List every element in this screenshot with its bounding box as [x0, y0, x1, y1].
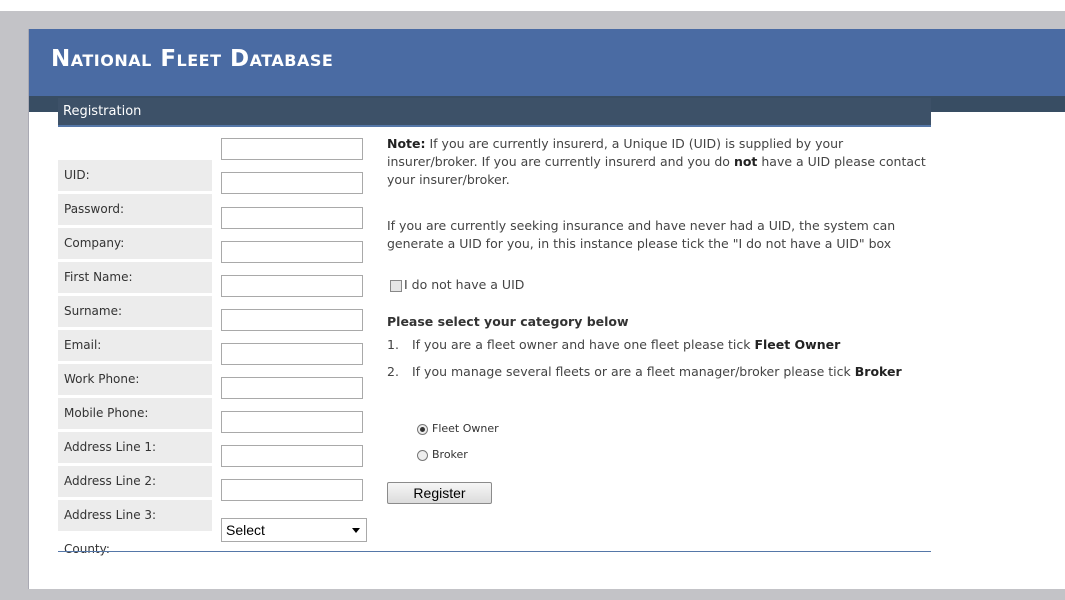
county-label: County: [58, 534, 212, 565]
list-item-body: If you manage several fleets or are a fl… [412, 364, 855, 379]
address-line-2-field[interactable] [221, 445, 363, 467]
county-select[interactable]: Select [221, 518, 367, 542]
register-button[interactable]: Register [387, 482, 492, 504]
no-uid-checkbox[interactable] [390, 279, 402, 292]
note-emphasis: not [733, 154, 758, 169]
surname-field[interactable] [221, 275, 363, 297]
surname-label: Surname: [58, 296, 212, 327]
fleet-owner-radio-label: Fleet Owner [432, 422, 499, 435]
list-item-emphasis: Broker [854, 364, 902, 379]
email-label: Email: [58, 330, 212, 361]
category-heading: Please select your category below [387, 314, 629, 329]
password-label: Password: [58, 194, 212, 225]
list-item-body: If you are a fleet owner and have one fl… [412, 337, 755, 352]
mobile-phone-label: Mobile Phone: [58, 398, 212, 429]
address-line-3-label: Address Line 3: [58, 500, 212, 531]
note-paragraph: Note: If you are currently insurerd, a U… [387, 135, 932, 189]
mobile-phone-field[interactable] [221, 377, 363, 399]
first-name-label: First Name: [58, 262, 212, 293]
site-header: National Fleet Database [29, 29, 1065, 96]
uid-field[interactable] [221, 138, 363, 160]
broker-radio[interactable] [417, 449, 428, 461]
registration-panel-header: Registration [58, 98, 931, 127]
list-item-emphasis: Fleet Owner [754, 337, 841, 352]
work-phone-field[interactable] [221, 343, 363, 365]
uid-info-paragraph: If you are currently seeking insurance a… [387, 218, 896, 251]
first-name-field[interactable] [221, 241, 363, 263]
broker-radio-row[interactable]: Broker [417, 446, 468, 464]
broker-radio-label: Broker [432, 448, 468, 461]
address-line-2-label: Address Line 2: [58, 466, 212, 497]
address-line-1-label: Address Line 1: [58, 432, 212, 463]
panel-title: Registration [63, 104, 142, 119]
address-line-3-field[interactable] [221, 479, 363, 501]
email-field[interactable] [221, 309, 363, 331]
chevron-down-icon [352, 528, 360, 533]
company-field[interactable] [221, 207, 363, 229]
list-item-text: If you are a fleet owner and have one fl… [412, 336, 912, 354]
no-uid-checkbox-row[interactable]: I do not have a UID [390, 276, 524, 294]
window-top-strip [0, 0, 1065, 11]
password-field[interactable] [221, 172, 363, 194]
panel-bottom-divider [58, 551, 931, 552]
fleet-owner-radio-row[interactable]: Fleet Owner [417, 420, 499, 438]
list-item-text: If you manage several fleets or are a fl… [412, 363, 912, 381]
company-label: Company: [58, 228, 212, 259]
work-phone-label: Work Phone: [58, 364, 212, 395]
no-uid-checkbox-label: I do not have a UID [404, 277, 525, 292]
note-label: Note: [387, 136, 426, 151]
county-selected-value: Select [226, 522, 265, 538]
address-line-1-field[interactable] [221, 411, 363, 433]
fleet-owner-radio[interactable] [417, 423, 428, 435]
list-item-number: 2. [387, 364, 399, 379]
uid-label: UID: [58, 160, 212, 191]
list-item-number: 1. [387, 337, 399, 352]
site-title: National Fleet Database [51, 46, 334, 72]
